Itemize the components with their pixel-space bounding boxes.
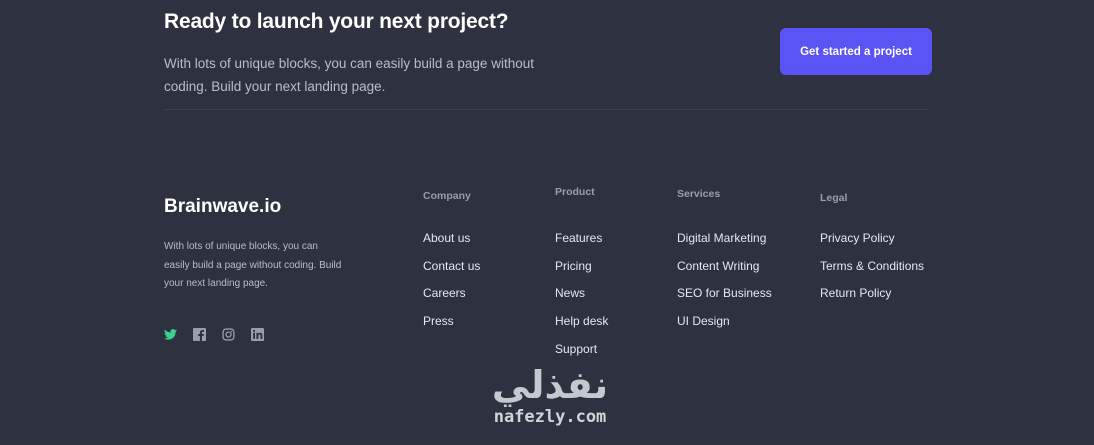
footer-link-press[interactable]: Press — [423, 314, 480, 342]
footer-link-return-policy[interactable]: Return Policy — [820, 286, 924, 314]
services-links: Digital Marketing Content Writing SEO fo… — [677, 231, 772, 342]
company-links: About us Contact us Careers Press — [423, 231, 480, 342]
twitter-icon[interactable] — [163, 327, 177, 341]
brand-logo-text[interactable]: Brainwave.io — [164, 196, 281, 218]
footer-link-features[interactable]: Features — [555, 231, 608, 259]
brand-description: With lots of unique blocks, you can easi… — [164, 241, 342, 289]
footer-column-legal: Legal Privacy Policy Terms & Conditions … — [820, 192, 924, 300]
cta-title: Ready to launch your next project? — [164, 10, 509, 33]
cta-description: With lots of unique blocks, you can easi… — [164, 56, 534, 94]
footer-link-ui-design[interactable]: UI Design — [677, 314, 772, 342]
footer-link-help-desk[interactable]: Help desk — [555, 314, 608, 342]
footer-link-digital-marketing[interactable]: Digital Marketing — [677, 231, 772, 259]
facebook-icon[interactable] — [192, 327, 206, 341]
watermark-url-text: nafezly.com — [493, 407, 607, 427]
footer-link-careers[interactable]: Careers — [423, 286, 480, 314]
footer-column-services: Services Digital Marketing Content Writi… — [677, 188, 772, 328]
footer-link-content-writing[interactable]: Content Writing — [677, 259, 772, 287]
footer-column-company: Company About us Contact us Careers Pres… — [423, 190, 480, 328]
product-links: Features Pricing News Help desk Support — [555, 231, 608, 369]
column-heading-product: Product — [555, 186, 595, 198]
column-heading-services: Services — [677, 188, 721, 200]
column-heading-legal: Legal — [820, 192, 848, 204]
watermark-arabic-text: نفذلي — [491, 363, 609, 407]
social-links — [163, 327, 264, 341]
watermark: نفذلي nafezly.com — [480, 364, 620, 428]
column-heading-company: Company — [423, 190, 471, 202]
footer-link-about-us[interactable]: About us — [423, 231, 480, 259]
footer-link-contact-us[interactable]: Contact us — [423, 259, 480, 287]
footer-link-privacy-policy[interactable]: Privacy Policy — [820, 231, 924, 259]
footer-link-terms-conditions[interactable]: Terms & Conditions — [820, 259, 924, 287]
footer-page: Ready to launch your next project? With … — [0, 0, 1094, 445]
section-divider — [164, 109, 929, 110]
footer-link-news[interactable]: News — [555, 286, 608, 314]
footer-link-seo-for-business[interactable]: SEO for Business — [677, 286, 772, 314]
footer-link-pricing[interactable]: Pricing — [555, 259, 608, 287]
footer-column-product: Product Features Pricing News Help desk … — [555, 186, 608, 356]
legal-links: Privacy Policy Terms & Conditions Return… — [820, 231, 924, 314]
instagram-icon[interactable] — [221, 327, 235, 341]
linkedin-icon[interactable] — [250, 327, 264, 341]
get-started-button[interactable]: Get started a project — [780, 28, 932, 75]
